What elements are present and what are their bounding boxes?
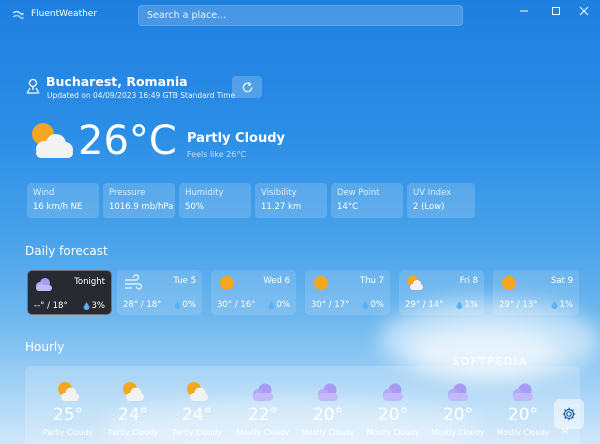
stat-visibility: Visibility 11.27 km [255,183,327,218]
hour-item: 24° Partly Cloudy [165,380,229,437]
cloudy-night-icon [513,383,533,401]
location-name: Bucharest, Romania [46,74,188,89]
hourly-heading: Hourly [25,340,65,354]
raindrop-icon [456,300,462,309]
day-card-fri-8[interactable]: Fri 8 29° / 14° 1% [399,270,484,315]
cloudy-night-icon [448,383,468,401]
sun-icon [502,276,516,290]
raindrop-icon [362,300,368,309]
stat-dew-point: Dew Point 14°C [331,183,403,218]
sun-icon [314,276,328,290]
refresh-button[interactable] [232,76,262,98]
hour-item: 20° Mostly Cloudy [361,380,425,437]
raindrop-icon [174,300,180,309]
hour-item: 25° Partly Cloudy [36,380,100,437]
minimize-button[interactable] [514,3,534,19]
location-pin-icon [26,78,40,94]
daily-forecast-heading: Daily forecast [25,244,108,258]
current-temperature: 26°C [78,118,177,164]
windy-icon [125,274,143,290]
maximize-button[interactable] [546,3,566,19]
search-input[interactable]: Search a place... [138,5,463,26]
current-condition: Partly Cloudy [187,131,285,146]
close-button[interactable] [574,3,594,19]
raindrop-icon [551,300,557,309]
feels-like-text: Feels like 26°C [187,150,246,159]
last-updated-text: Updated on 04/09/2023 16:49 GTB Standard… [47,91,236,100]
day-card-sat-9[interactable]: Sat 9 29° / 13° 1% [493,270,579,315]
hour-item: 24° Partly Cloudy [101,380,165,437]
hour-item: 20° Mostly Cloudy [296,380,360,437]
stat-humidity: Humidity 50% [179,183,251,218]
day-card-thu-7[interactable]: Thu 7 30° / 17° 0% [305,270,390,315]
cloudy-night-icon [36,278,52,291]
sun-icon [220,276,234,290]
raindrop-icon [268,300,274,309]
stat-wind: Wind 16 km/h NE [27,183,99,218]
hour-item: 20° Mostly Cloudy [426,380,490,437]
cloudy-night-icon [318,383,338,401]
settings-button[interactable] [554,399,584,429]
app-title: FluentWeather [31,9,98,19]
partly-cloudy-icon [187,382,208,401]
hour-item: 22° Mostly Cloudy [231,380,295,437]
title-bar: FluentWeather Search a place... [0,0,600,30]
search-placeholder: Search a place... [147,10,227,21]
app-logo-icon [12,10,24,20]
day-card-tonight[interactable]: Tonight --° / 18° 3% [27,270,112,315]
partly-cloudy-icon [32,123,73,158]
stat-pressure: Pressure 1016.9 mb/hPa [103,183,175,218]
day-card-tue-5[interactable]: Tue 5 28° / 18° 0% [117,270,202,315]
partly-cloudy-icon [407,275,423,290]
partly-cloudy-icon [58,382,79,401]
raindrop-icon [83,301,89,310]
cloudy-night-icon [383,383,403,401]
stat-uv-index: UV Index 2 (Low) [407,183,475,218]
day-card-wed-6[interactable]: Wed 6 30° / 16° 0% [211,270,296,315]
gear-icon [562,407,576,421]
partly-cloudy-icon [123,382,144,401]
refresh-icon [242,81,252,92]
cloudy-night-icon [253,383,273,401]
